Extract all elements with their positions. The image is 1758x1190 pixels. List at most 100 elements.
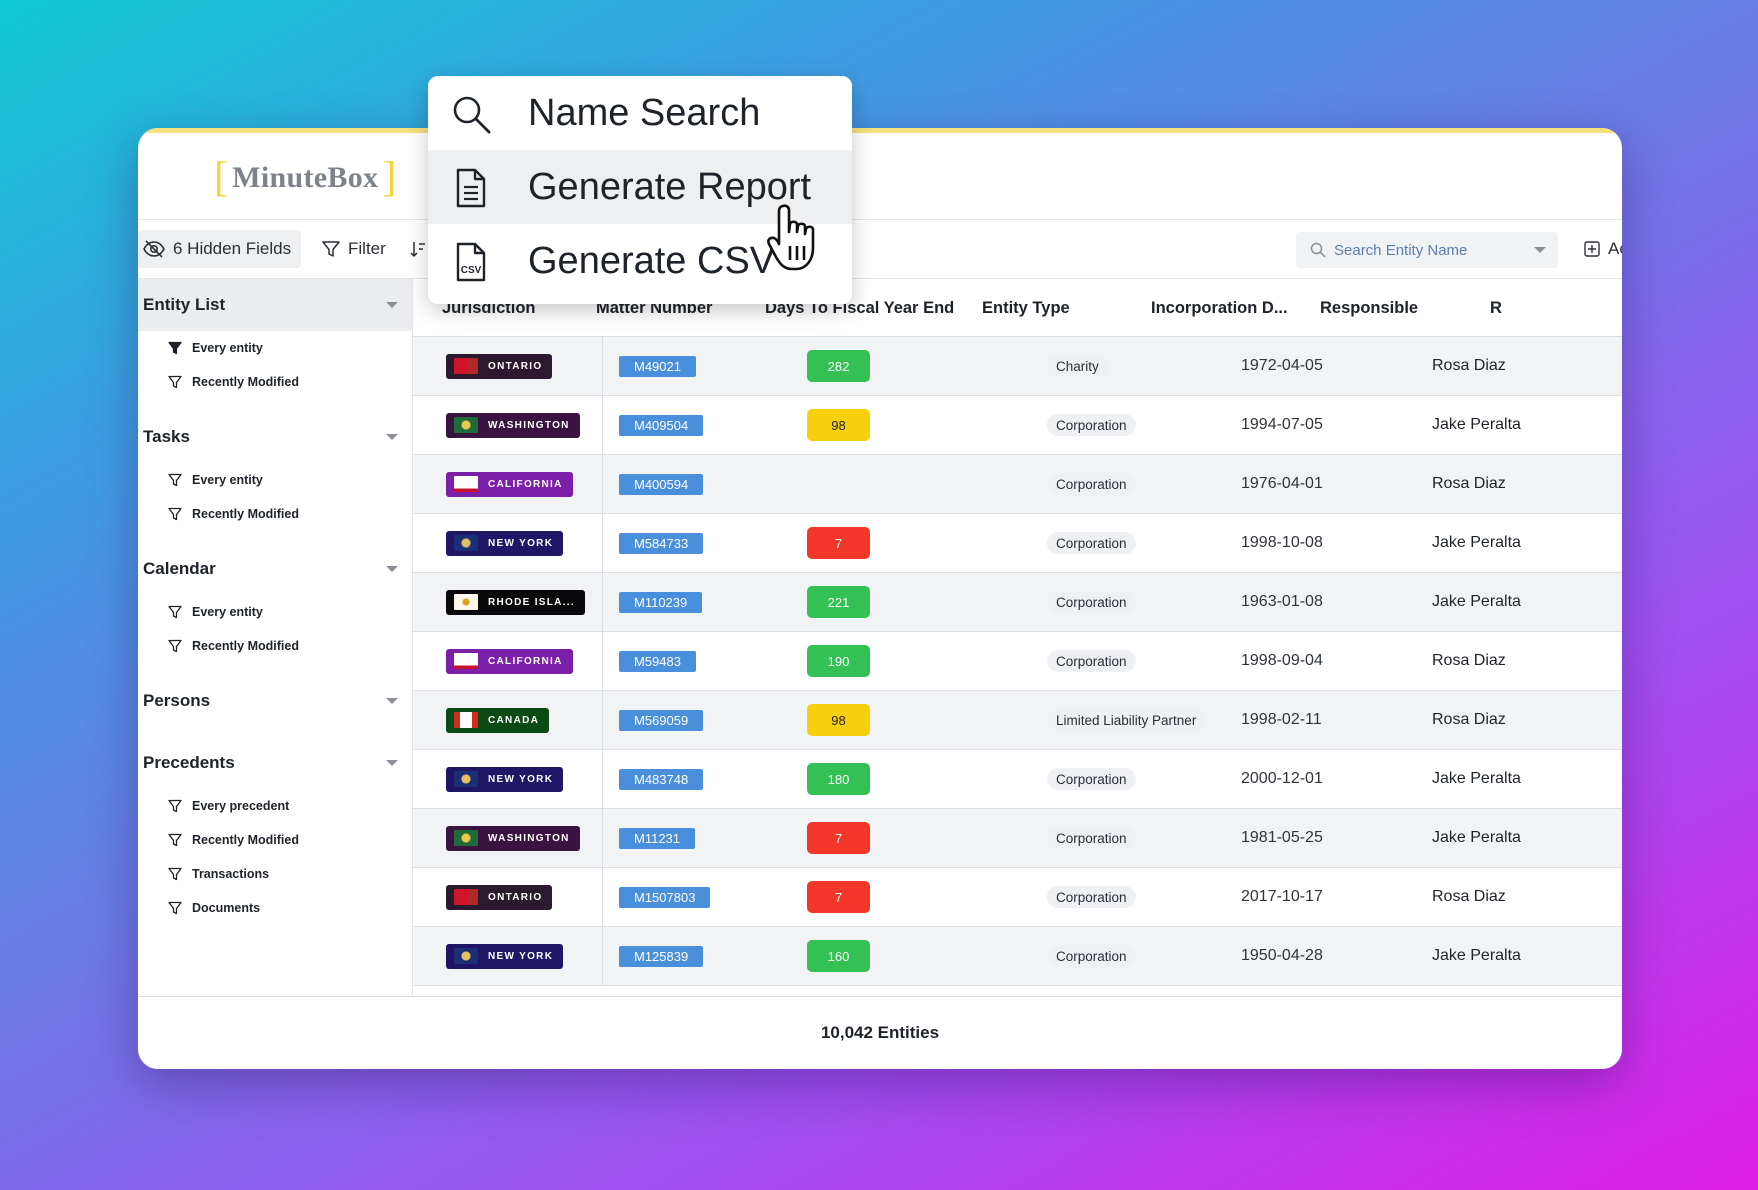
jurisdiction-cell: WASHINGTON xyxy=(446,809,580,867)
search-icon xyxy=(453,96,491,134)
filter-icon xyxy=(168,375,182,389)
column-header-entity-type[interactable]: Entity Type xyxy=(982,299,1070,318)
sidebar-item-recently-modified[interactable]: Recently Modified xyxy=(138,823,412,857)
sidebar-section-title: Persons xyxy=(143,691,211,710)
sidebar-section-persons[interactable]: Persons xyxy=(138,675,412,727)
sidebar-item-transactions[interactable]: Transactions xyxy=(138,857,412,891)
jurisdiction-badge[interactable]: ONTARIO xyxy=(446,884,553,910)
sidebar-item-documents[interactable]: Documents xyxy=(138,891,412,925)
sidebar-section-entity-list[interactable]: Entity List xyxy=(138,279,412,331)
sidebar-group-precedents: Precedents Every precedent Recently Modifi… xyxy=(138,737,412,925)
matter-number-badge[interactable]: M11231 xyxy=(619,827,696,849)
table-row[interactable]: ONTARIO M1507803 7 Corporation 2017-10-17 Ros… xyxy=(413,868,1622,927)
flag-icon xyxy=(454,653,478,669)
days-badge: 221 xyxy=(807,586,870,618)
responsible-cell: Jake Peralta xyxy=(1432,593,1521,610)
sidebar-item-every-entity[interactable]: Every entity xyxy=(138,463,412,497)
jurisdiction-badge[interactable]: WASHINGTON xyxy=(446,825,580,851)
matter-number-badge[interactable]: M125839 xyxy=(619,945,704,967)
filter-icon xyxy=(168,799,182,813)
jurisdiction-badge[interactable]: NEW YORK xyxy=(446,530,564,556)
toolbar: 6 Hidden Fields Filter Search Entity Nam… xyxy=(138,220,1622,279)
sidebar-item-every-precedent[interactable]: Every precedent xyxy=(138,789,412,823)
minutebox-logo[interactable]: [MinuteBox] xyxy=(210,155,401,201)
column-header-incorporation-d[interactable]: Incorporation D... xyxy=(1151,299,1288,318)
jurisdiction-badge[interactable]: NEW YORK xyxy=(446,766,564,792)
matter-number-badge[interactable]: M483748 xyxy=(619,768,704,790)
jurisdiction-badge[interactable]: NEW YORK xyxy=(446,943,564,969)
matter-number-badge[interactable]: M569059 xyxy=(619,709,704,731)
search-icon xyxy=(1310,242,1326,258)
entity-type-cell: Corporation xyxy=(1047,632,1136,690)
matter-number-badge[interactable]: M49021 xyxy=(619,355,696,377)
filter-button[interactable]: Filter xyxy=(312,230,396,268)
flag-icon xyxy=(454,889,478,905)
jurisdiction-badge[interactable]: CALIFORNIA xyxy=(446,648,573,674)
sidebar-section-precedents[interactable]: Precedents xyxy=(138,737,412,789)
filter-icon xyxy=(168,833,182,847)
plus-square-icon xyxy=(1584,241,1600,257)
sidebar-item-label: Transactions xyxy=(192,867,270,881)
sidebar-item-every-entity[interactable]: Every entity xyxy=(138,595,412,629)
sidebar-item-label: Recently Modified xyxy=(192,375,299,389)
table-row[interactable]: WASHINGTON M11231 7 Corporation 1981-05-25 Ja… xyxy=(413,809,1622,868)
sidebar-item-recently-modified[interactable]: Recently Modified xyxy=(138,365,412,399)
filter-icon xyxy=(322,241,340,257)
sidebar-group-entity-list: Entity List Every entity Recently Modified xyxy=(138,279,412,399)
entity-type-tag: Corporation xyxy=(1047,768,1136,790)
responsible-cell: Rosa Diaz xyxy=(1432,652,1506,669)
chevron-down-icon[interactable] xyxy=(386,698,398,704)
sidebar-item-recently-modified[interactable]: Recently Modified xyxy=(138,629,412,663)
matter-number-badge[interactable]: M110239 xyxy=(619,591,703,613)
matter-number-badge[interactable]: M409504 xyxy=(619,414,704,436)
hand-pointer-cursor-icon xyxy=(767,204,815,271)
responsible-cell: Jake Peralta xyxy=(1432,416,1521,433)
column-header-r[interactable]: R xyxy=(1490,299,1502,318)
chevron-down-icon[interactable] xyxy=(386,566,398,572)
filter-icon xyxy=(168,341,182,355)
chevron-down-icon[interactable] xyxy=(1534,247,1546,253)
sidebar-section-calendar[interactable]: Calendar xyxy=(138,543,412,595)
table-row[interactable]: WASHINGTON M409504 98 Corporation 1994-07-05… xyxy=(413,396,1622,455)
jurisdiction-badge[interactable]: WASHINGTON xyxy=(446,412,580,438)
entity-type-cell: Limited Liability Partner xyxy=(1047,691,1206,749)
flag-icon xyxy=(454,417,478,433)
search-entity-field[interactable]: Search Entity Name xyxy=(1296,232,1558,268)
chevron-down-icon[interactable] xyxy=(386,302,398,308)
sidebar-item-recently-modified[interactable]: Recently Modified xyxy=(138,497,412,531)
jurisdiction-badge[interactable]: RHODE ISLA... xyxy=(446,589,585,615)
column-header-responsible[interactable]: Responsible xyxy=(1320,299,1418,318)
jurisdiction-cell: ONTARIO xyxy=(446,337,553,395)
table-row[interactable]: RHODE ISLA... M110239 221 Corporation 1963-0… xyxy=(413,573,1622,632)
table-row[interactable]: NEW YORK M584733 7 Corporation 1998-10-08 Jak… xyxy=(413,514,1622,573)
matter-number-badge[interactable]: M584733 xyxy=(619,532,704,554)
hidden-fields-button[interactable]: 6 Hidden Fields xyxy=(138,230,302,268)
add-entity-button[interactable]: Ac xyxy=(1578,230,1622,268)
menu-item-name-search[interactable]: Name Search xyxy=(428,76,852,150)
matter-number-cell: M400594 xyxy=(619,455,704,513)
chevron-down-icon[interactable] xyxy=(386,760,398,766)
document-icon xyxy=(456,168,486,208)
days-badge: 160 xyxy=(807,940,870,972)
table-row[interactable]: CANADA M569059 98 Limited Liability Partner… xyxy=(413,691,1622,750)
days-badge: 180 xyxy=(807,763,870,795)
table-row[interactable]: NEW YORK M483748 180 Corporation 2000-12-01 J… xyxy=(413,750,1622,809)
days-to-fiscal-year-end-cell: 7 xyxy=(807,809,870,867)
jurisdiction-badge[interactable]: CALIFORNIA xyxy=(446,471,573,497)
matter-number-badge[interactable]: M1507803 xyxy=(619,886,711,908)
sidebar-item-every-entity[interactable]: Every entity xyxy=(138,331,412,365)
matter-number-badge[interactable]: M59483 xyxy=(619,650,696,672)
matter-number-badge[interactable]: M400594 xyxy=(619,473,704,495)
table-row[interactable]: ONTARIO M49021 282 Charity 1972-04-05 Rosa Di… xyxy=(413,337,1622,396)
jurisdiction-badge[interactable]: CANADA xyxy=(446,707,550,733)
table-row[interactable]: CALIFORNIA M400594 Corporation 1976-04-01 Ro… xyxy=(413,455,1622,514)
entity-type-tag: Corporation xyxy=(1047,827,1136,849)
sidebar-section-tasks[interactable]: Tasks xyxy=(138,411,412,463)
app-header: [MinuteBox] xyxy=(138,133,1622,220)
table-row[interactable]: CALIFORNIA M59483 190 Corporation 1998-09-04… xyxy=(413,632,1622,691)
table-row[interactable]: NEW YORK M125839 160 Corporation 1950-04-28 J… xyxy=(413,927,1622,986)
jurisdiction-badge[interactable]: ONTARIO xyxy=(446,353,553,379)
filter-icon xyxy=(168,901,182,915)
entity-type-cell: Corporation xyxy=(1047,927,1136,985)
chevron-down-icon[interactable] xyxy=(386,434,398,440)
